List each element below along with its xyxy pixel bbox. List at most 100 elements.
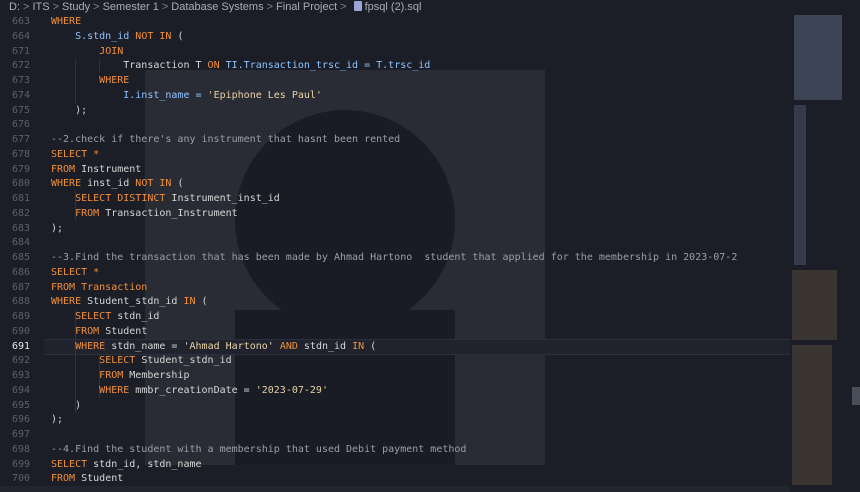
code-token: IN bbox=[183, 296, 196, 308]
breadcrumb-separator: > bbox=[23, 1, 30, 13]
code-line[interactable]: 679 FROM Instrument bbox=[0, 163, 141, 178]
code-editor[interactable]: 663 WHERE 664 S.stdn_id NOT IN (671 JOIN 67… bbox=[0, 15, 790, 492]
breadcrumb-item[interactable]: Study bbox=[62, 1, 90, 13]
breadcrumb: D: > ITS > Study > Semester 1 > Database Systems… bbox=[0, 0, 860, 15]
code-line[interactable]: 677 --2.check if there's any instrument t… bbox=[0, 133, 400, 148]
breadcrumb-item[interactable]: D: bbox=[9, 1, 20, 13]
code-line[interactable]: 690 FROM Student bbox=[0, 325, 147, 340]
breadcrumb-item[interactable]: Final Project bbox=[276, 1, 337, 13]
code-line[interactable]: 699 SELECT stdn_id, stdn_name bbox=[0, 458, 202, 473]
code-line[interactable]: 689 SELECT stdn_id bbox=[0, 310, 159, 325]
line-number: 681 bbox=[11, 193, 30, 204]
code-text: ) bbox=[51, 399, 81, 414]
code-text: FROM Transaction_Instrument bbox=[51, 207, 238, 222]
code-text: --4.Find the student with a membership t… bbox=[51, 443, 466, 458]
breadcrumb-separator: > bbox=[52, 1, 59, 13]
code-token: Student bbox=[75, 473, 124, 485]
code-line[interactable]: 675 ); bbox=[0, 104, 87, 119]
code-token: SELECT * bbox=[51, 266, 100, 278]
line-number: 700 bbox=[11, 473, 30, 485]
code-token: ); bbox=[51, 104, 88, 116]
code-token: NOT IN bbox=[135, 178, 172, 190]
code-token: Instrument bbox=[75, 163, 142, 175]
code-line[interactable]: 681 SELECT DISTINCT Instrument_inst_id bbox=[0, 192, 280, 207]
breadcrumb-item[interactable]: Database Systems bbox=[171, 1, 263, 13]
code-line[interactable]: 680 WHERE inst_id NOT IN ( bbox=[0, 177, 184, 192]
code-line[interactable]: 692 SELECT Student_stdn_id bbox=[0, 354, 232, 369]
code-line[interactable]: 694 WHERE mmbr_creationDate = '2023-07-2… bbox=[0, 384, 328, 399]
code-text: WHERE mmbr_creationDate = '2023-07-29' bbox=[51, 384, 328, 399]
code-text: ); bbox=[51, 413, 63, 428]
code-line[interactable]: 687 FROM Transaction bbox=[0, 281, 147, 296]
line-number: 684 bbox=[11, 237, 30, 249]
code-token: --2.check if there's any instrument that… bbox=[51, 134, 401, 145]
code-line[interactable]: 691 WHERE stdn_name = 'Ahmad Hartono' AN… bbox=[0, 340, 376, 355]
code-line[interactable]: 672 Transaction T ON TI.Transaction_trsc… bbox=[0, 59, 430, 74]
code-line[interactable]: 697 bbox=[0, 428, 30, 443]
code-token: WHERE bbox=[51, 16, 82, 27]
code-text: ); bbox=[51, 104, 87, 119]
code-token: stdn_name = bbox=[105, 340, 184, 352]
code-text: FROM Student bbox=[51, 325, 147, 340]
code-token: ( bbox=[364, 340, 377, 352]
line-number: 699 bbox=[11, 458, 30, 470]
anime-watermark-image bbox=[145, 70, 545, 465]
code-line[interactable]: 696); bbox=[0, 413, 63, 428]
code-line[interactable]: 682 FROM Transaction_Instrument bbox=[0, 207, 238, 222]
code-text: FROM Instrument bbox=[51, 163, 141, 178]
code-text: ); bbox=[51, 222, 63, 237]
code-token: stdn_id bbox=[297, 340, 353, 352]
code-token: WHERE bbox=[99, 384, 130, 396]
breadcrumb-item[interactable]: Semester 1 bbox=[103, 1, 159, 13]
code-line[interactable]: 683); bbox=[0, 222, 63, 237]
code-line[interactable]: 676 bbox=[0, 118, 30, 133]
code-text: SELECT * bbox=[51, 266, 99, 281]
code-token: IN bbox=[352, 340, 365, 352]
code-line[interactable]: 693 FROM Membership bbox=[0, 369, 190, 384]
code-line[interactable]: 673 WHERE bbox=[0, 74, 129, 89]
line-number: 687 bbox=[11, 281, 30, 293]
code-token: SELECT DISTINCT bbox=[75, 193, 166, 204]
code-token: FROM bbox=[51, 163, 76, 175]
code-line[interactable]: 663 WHERE bbox=[0, 15, 81, 30]
code-token: stdn_id bbox=[111, 311, 160, 322]
code-token: Student_stdn_id bbox=[81, 296, 184, 308]
code-token: --4.Find the student with a membership t… bbox=[51, 443, 467, 455]
code-line[interactable]: 695 ) bbox=[0, 399, 81, 414]
breadcrumb-item[interactable]: fpsql (2).sql bbox=[365, 1, 422, 13]
horizontal-scrollbar[interactable] bbox=[0, 486, 790, 492]
line-number: 674 bbox=[11, 89, 30, 101]
code-line[interactable]: 700 FROM Student bbox=[0, 472, 123, 487]
code-token: FROM bbox=[75, 325, 100, 337]
code-text: --3.Find the transaction that has been m… bbox=[51, 251, 737, 266]
code-token: JOIN bbox=[99, 45, 124, 57]
code-line[interactable]: 678 SELECT * bbox=[0, 148, 99, 163]
code-token: WHERE bbox=[99, 75, 130, 86]
minimap[interactable] bbox=[790, 15, 860, 492]
code-token: FROM bbox=[75, 207, 100, 219]
line-number: 690 bbox=[11, 325, 30, 337]
code-line[interactable]: 685 --3.Find the transaction that has bee… bbox=[0, 251, 737, 266]
code-token: ( bbox=[195, 296, 208, 308]
code-line[interactable]: 664 S.stdn_id NOT IN ( bbox=[0, 30, 184, 45]
line-number: 695 bbox=[11, 399, 30, 411]
code-text: I.inst_name = 'Epiphone Les Paul' bbox=[51, 89, 322, 104]
code-token: --3.Find the transaction that has been m… bbox=[51, 252, 738, 263]
code-line[interactable]: 686 SELECT * bbox=[0, 266, 99, 281]
code-token: Student bbox=[99, 325, 148, 337]
code-token: SELECT bbox=[51, 458, 88, 470]
code-line[interactable]: 671 JOIN bbox=[0, 45, 123, 60]
code-token: FROM Transaction bbox=[51, 281, 148, 293]
scrollbar-thumb[interactable] bbox=[852, 387, 860, 405]
line-number: 685 bbox=[11, 252, 30, 263]
code-line[interactable]: 688 WHERE Student_stdn_id IN ( bbox=[0, 295, 208, 310]
code-line[interactable]: 698 --4.Find the student with a membershi… bbox=[0, 443, 466, 458]
code-line[interactable]: 684 bbox=[0, 236, 30, 251]
breadcrumb-separator: > bbox=[161, 1, 169, 13]
breadcrumb-item[interactable]: ITS bbox=[32, 1, 49, 13]
code-line[interactable]: 674 I.inst_name = 'Epiphone Les Paul' bbox=[0, 89, 322, 104]
